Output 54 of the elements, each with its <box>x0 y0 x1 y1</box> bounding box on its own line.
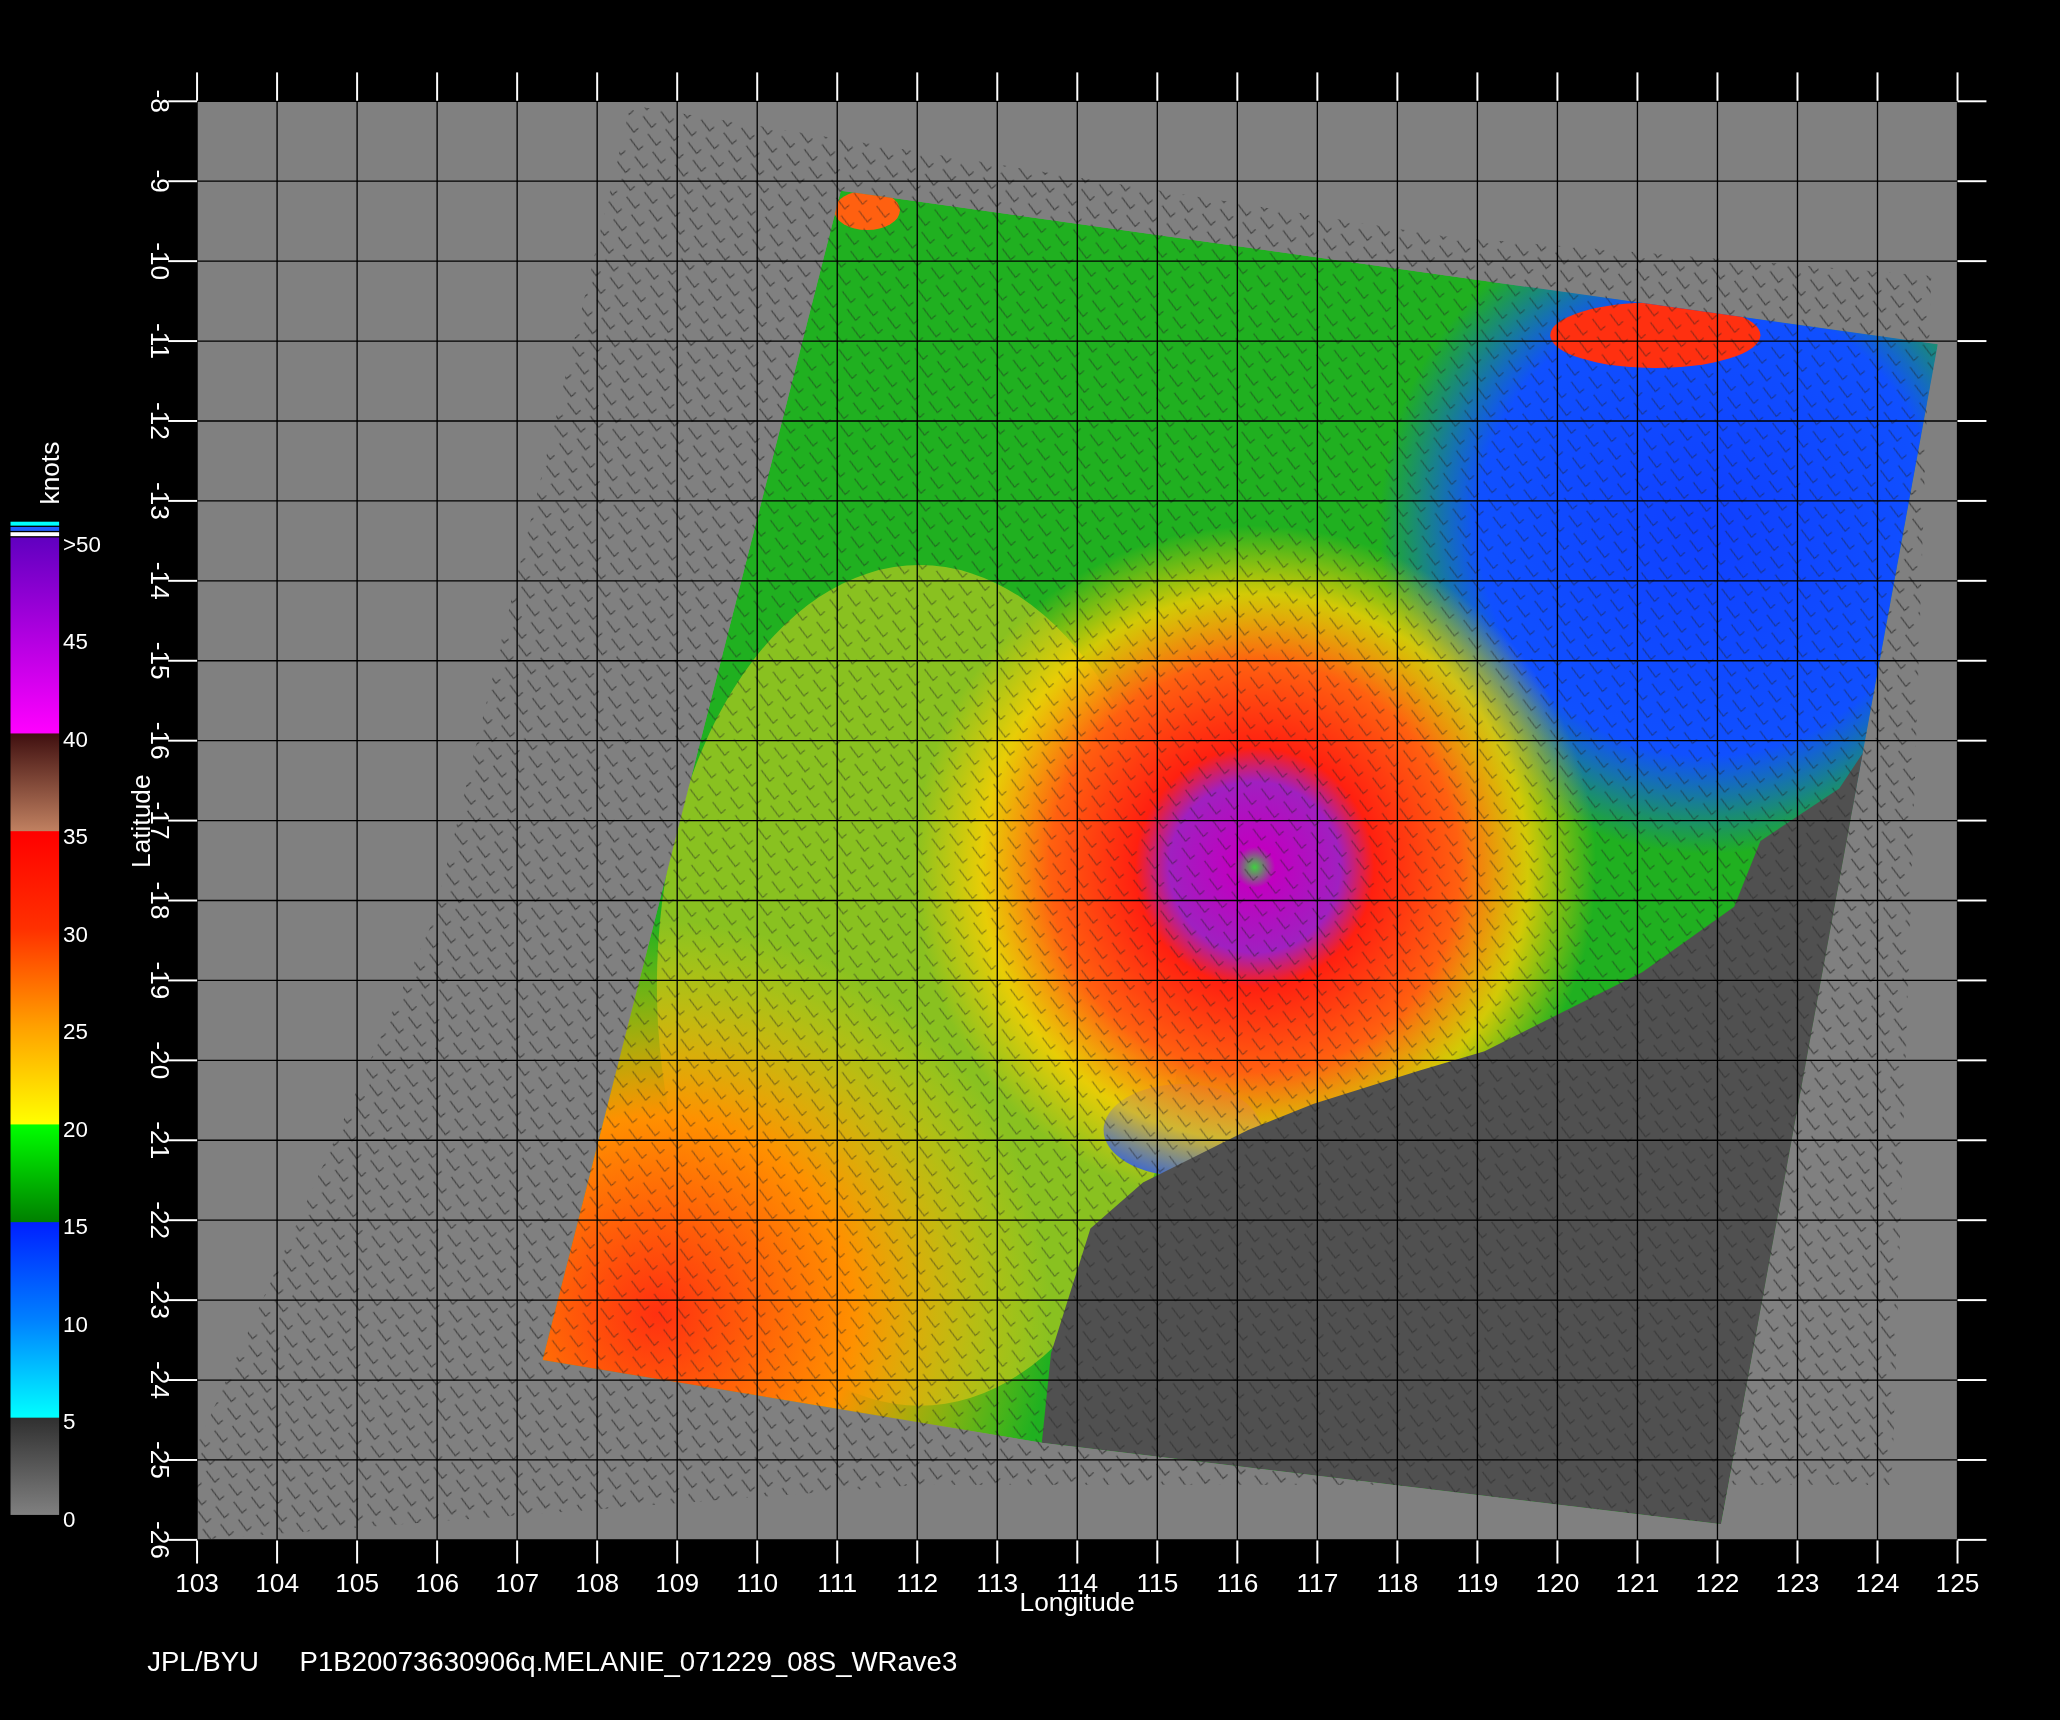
latitude-tick-label: -19 <box>145 961 176 1000</box>
latitude-tick-label: -15 <box>145 641 176 680</box>
longitude-tick-label: 103 <box>175 1568 219 1599</box>
latitude-tick-label: -18 <box>145 881 176 920</box>
color-scale-label: 0 <box>63 1506 76 1532</box>
longitude-tick-label: 110 <box>736 1568 779 1599</box>
latitude-tick-label: -8 <box>145 89 176 113</box>
longitude-tick-label: 111 <box>817 1568 858 1599</box>
latitude-tick-label: -9 <box>145 169 176 193</box>
longitude-tick-label: 109 <box>655 1568 700 1599</box>
latitude-tick-label: -12 <box>145 402 176 440</box>
longitude-tick-label: 121 <box>1615 1568 1660 1599</box>
latitude-tick-label: -11 <box>145 323 176 360</box>
latitude-tick-label: -22 <box>145 1201 176 1240</box>
latitude-tick-label: -10 <box>145 242 176 281</box>
longitude-tick-label: 116 <box>1216 1568 1259 1599</box>
latitude-tick-label: -16 <box>145 721 176 760</box>
longitude-tick-label: 119 <box>1456 1568 1499 1599</box>
color-scale-label: 10 <box>63 1311 88 1337</box>
color-scale-unit: knots <box>35 441 66 505</box>
color-scale-label: >50 <box>63 531 101 557</box>
color-scale-label: 5 <box>63 1409 76 1435</box>
longitude-tick-label: 118 <box>1376 1568 1419 1599</box>
longitude-tick-label: 112 <box>896 1568 939 1599</box>
color-scale-label: 40 <box>63 726 88 752</box>
longitude-tick-label: 108 <box>575 1568 620 1599</box>
longitude-tick-label: 120 <box>1535 1568 1580 1599</box>
latitude-tick-label: -26 <box>145 1520 176 1559</box>
color-scale-label: 45 <box>63 629 88 655</box>
longitude-tick-label: 117 <box>1296 1568 1339 1599</box>
latitude-tick-label: -23 <box>145 1281 176 1320</box>
color-scale-label: 30 <box>63 921 88 947</box>
color-scale-label: 25 <box>63 1019 88 1045</box>
longitude-tick-label: 125 <box>1935 1568 1980 1599</box>
longitude-tick-label: 124 <box>1855 1568 1900 1599</box>
longitude-tick-label: 122 <box>1695 1568 1740 1599</box>
longitude-tick-label: 106 <box>415 1568 460 1599</box>
color-scale-label: 15 <box>63 1214 88 1240</box>
longitude-tick-label: 105 <box>335 1568 379 1599</box>
latitude-tick-label: -25 <box>145 1440 176 1479</box>
longitude-tick-label: 104 <box>255 1568 299 1599</box>
longitude-tick-label: 123 <box>1775 1568 1820 1599</box>
caption-source: JPL/BYU <box>147 1646 260 1678</box>
longitude-tick-label: 107 <box>495 1568 540 1599</box>
longitude-tick-label: 113 <box>976 1568 1019 1599</box>
latitude-tick-label: -21 <box>145 1121 176 1160</box>
latitude-tick-label: -24 <box>145 1361 176 1399</box>
latitude-tick-label: -14 <box>145 561 176 600</box>
color-scale-label: 35 <box>63 824 88 850</box>
latitude-tick-label: -13 <box>145 481 176 520</box>
longitude-tick-label: 115 <box>1136 1568 1179 1599</box>
color-scale-label: 20 <box>63 1116 88 1142</box>
latitude-tick-label: -20 <box>145 1041 176 1080</box>
caption-product: P1B20073630906q.MELANIE_071229_08S_WRave3 <box>299 1646 958 1678</box>
